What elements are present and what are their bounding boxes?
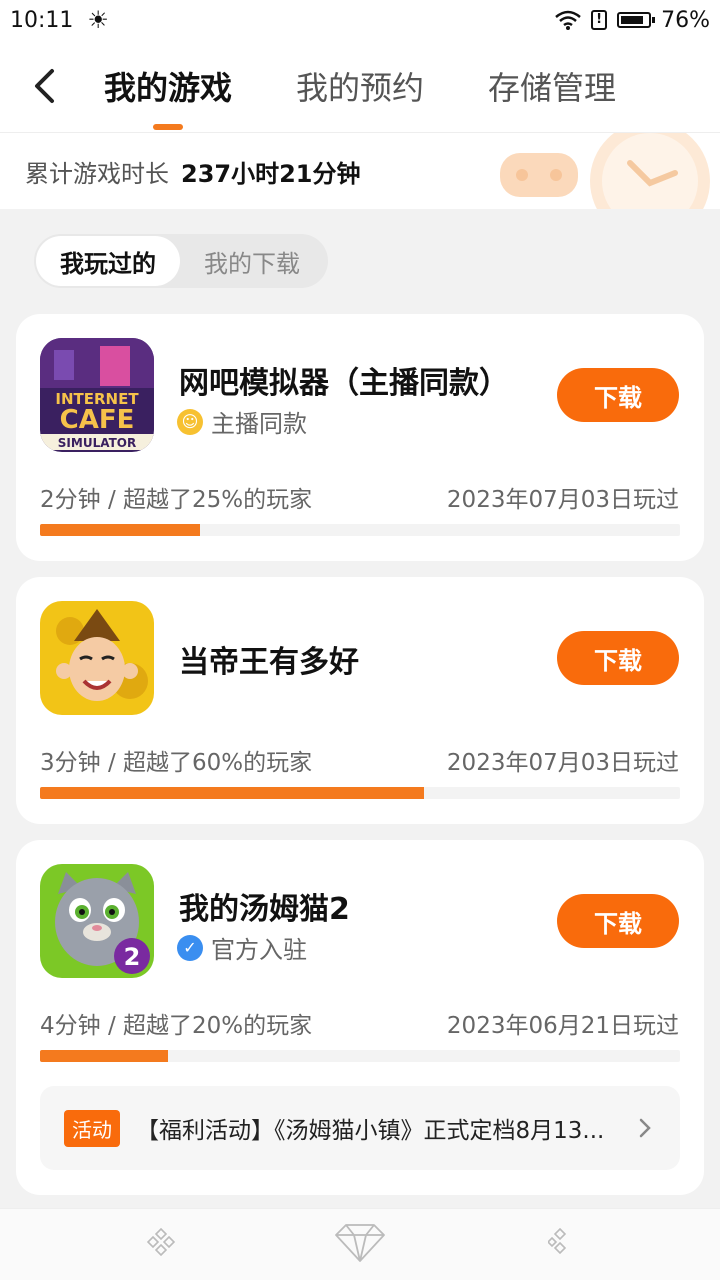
tab-my-games[interactable]: 我的游戏 [104, 40, 232, 132]
activity-text: 【福利活动】《汤姆猫小镇》正式定档8月13... [136, 1118, 605, 1144]
progress-fill [40, 1050, 168, 1062]
battery-percent: 76% [661, 7, 710, 33]
filter-downloads[interactable]: 我的下载 [180, 236, 324, 286]
game-tag: ✓ 官方入驻 [177, 930, 307, 965]
progress-fill [40, 524, 200, 536]
filter-toggle: 我玩过的 我的下载 [34, 234, 328, 288]
alert-icon: ! [591, 10, 608, 30]
progress-bar [40, 787, 680, 799]
clock-gamepad-decoration [500, 133, 710, 209]
nav-gem-icon[interactable] [334, 1223, 386, 1263]
verified-badge-icon: ✓ [177, 934, 203, 961]
streamer-face-icon: ☺ [177, 408, 203, 435]
back-button[interactable] [10, 40, 80, 132]
game-icon-talking-tom: 2 [40, 864, 154, 978]
bottom-navigation [0, 1208, 720, 1280]
svg-text:SIMULATOR: SIMULATOR [58, 436, 136, 450]
nav-diamonds-icon-left[interactable] [146, 1227, 176, 1257]
download-button[interactable]: 下载 [557, 368, 679, 422]
progress-bar [40, 524, 680, 536]
progress-fill [40, 787, 424, 799]
last-played: 2023年07月03日玩过 [446, 487, 679, 513]
nav-diamonds-icon-right[interactable] [548, 1227, 572, 1257]
download-button[interactable]: 下载 [557, 894, 679, 948]
game-tag-label: 官方入驻 [211, 936, 307, 964]
activity-banner[interactable]: 活动 【福利活动】《汤姆猫小镇》正式定档8月13... [40, 1086, 680, 1170]
game-title: 当帝王有多好 [179, 645, 359, 680]
download-button[interactable]: 下载 [557, 631, 679, 685]
play-stats: 3分钟 / 超越了60%的玩家 [40, 750, 313, 776]
last-played: 2023年06月21日玩过 [446, 1013, 679, 1039]
playtime-label: 累计游戏时长 [25, 159, 169, 188]
battery-icon [617, 12, 656, 28]
svg-text:2: 2 [124, 943, 141, 971]
chevron-right-icon [639, 1118, 651, 1138]
header: 我的游戏 我的预约 存储管理 [0, 40, 720, 132]
svg-text:CAFE: CAFE [60, 405, 135, 435]
status-bar: 10:11 ☀ ! 76% [0, 0, 720, 40]
game-card[interactable]: INTERNET CAFE SIMULATOR 网吧模拟器（主播同款） ☺ 主播… [16, 314, 704, 561]
activity-badge: 活动 [64, 1109, 120, 1147]
playtime-value: 237小时21分钟 [181, 159, 361, 188]
back-arrow-icon [35, 69, 54, 103]
playtime-summary: 累计游戏时长 237小时21分钟 [0, 132, 720, 209]
status-icons: ! 76% [555, 8, 710, 33]
progress-bar [40, 1050, 680, 1062]
game-title: 网吧模拟器（主播同款） [179, 366, 509, 401]
tab-my-reservations[interactable]: 我的预约 [296, 40, 424, 132]
game-card[interactable]: 当帝王有多好 下载 3分钟 / 超越了60%的玩家 2023年07月03日玩过 [16, 577, 704, 824]
last-played: 2023年07月03日玩过 [446, 750, 679, 776]
clock: 10:11 [10, 7, 74, 33]
play-stats: 4分钟 / 超越了20%的玩家 [40, 1013, 313, 1039]
game-card[interactable]: 2 我的汤姆猫2 ✓ 官方入驻 下载 4分钟 / 超越了20%的玩家 2023年… [16, 840, 704, 1195]
game-tag: ☺ 主播同款 [177, 404, 307, 439]
play-stats: 2分钟 / 超越了25%的玩家 [40, 487, 313, 513]
game-tag-label: 主播同款 [211, 410, 307, 438]
brightness-icon: ☀ [87, 6, 109, 34]
tab-storage-management[interactable]: 存储管理 [488, 40, 616, 132]
game-icon-emperor [40, 601, 154, 715]
filter-played[interactable]: 我玩过的 [36, 236, 180, 286]
game-title: 我的汤姆猫2 [179, 892, 350, 927]
wifi-icon [555, 10, 581, 30]
game-icon-internet-cafe: INTERNET CAFE SIMULATOR [40, 338, 154, 452]
